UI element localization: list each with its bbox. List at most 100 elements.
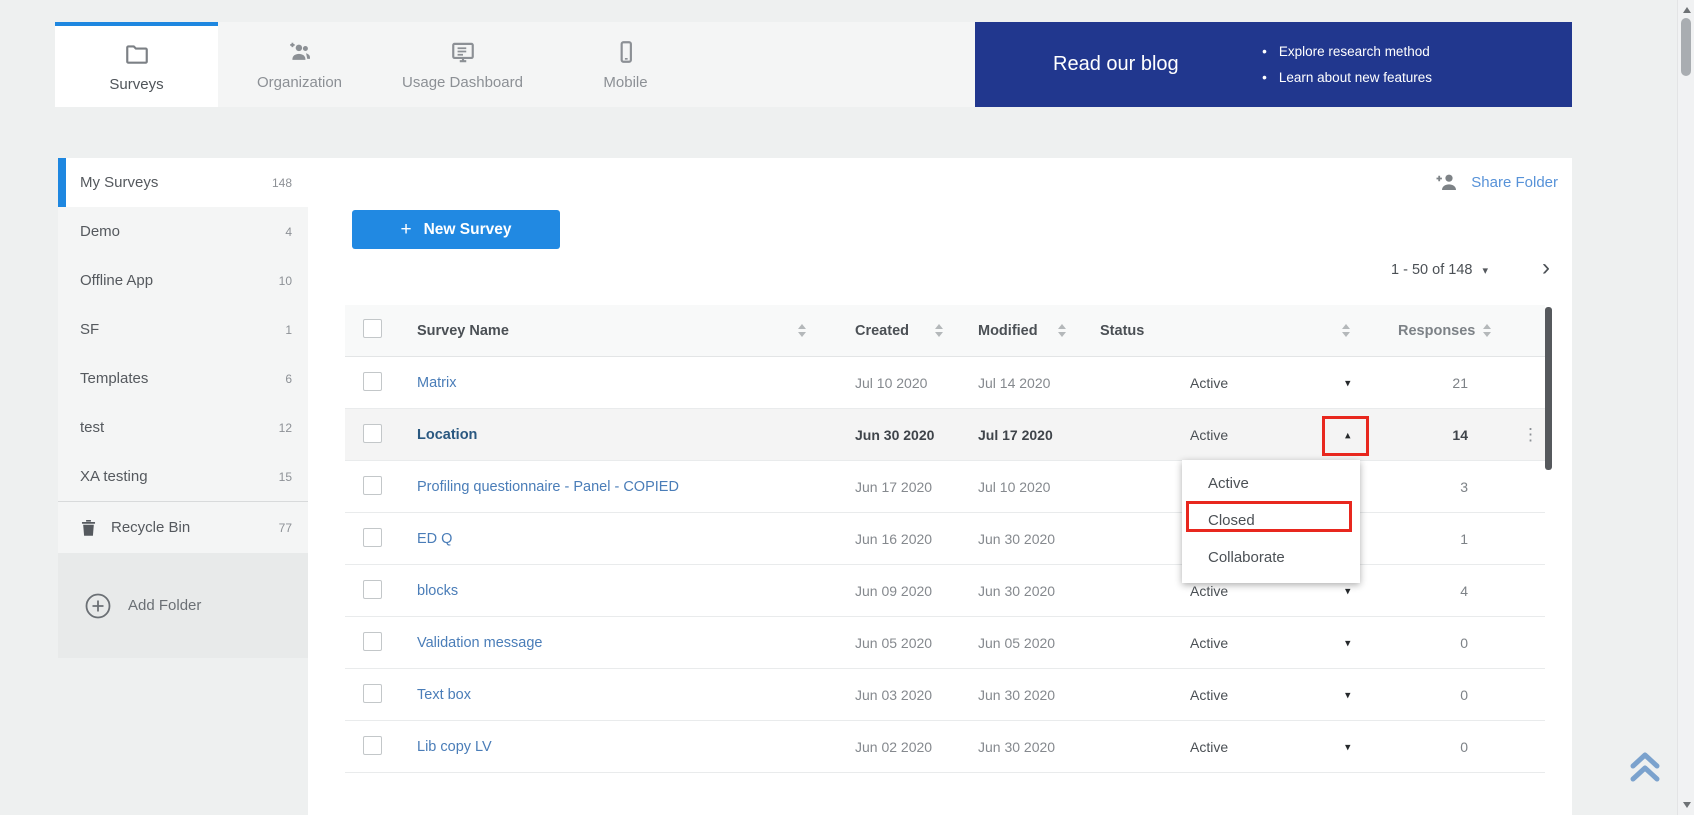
browser-scrollbar[interactable] [1677,0,1694,815]
trash-icon [80,519,97,537]
status-value[interactable]: Active [1190,583,1228,599]
column-header-responses[interactable]: Responses [1362,323,1482,339]
survey-name-link[interactable]: Lib copy LV [417,739,492,755]
created-date: Jun 17 2020 [830,479,955,495]
table-row[interactable]: Matrix Jul 10 2020 Jul 14 2020 Active▾ 2… [345,357,1545,409]
status-caret-icon[interactable]: ▾ [1345,740,1351,753]
table-row[interactable]: Profiling questionnaire - Panel - COPIED… [345,461,1545,513]
scrollbar-thumb[interactable] [1681,18,1691,76]
row-checkbox[interactable] [363,424,382,443]
survey-name-link[interactable]: Text box [417,687,471,703]
table-row[interactable]: ED Q Jun 16 2020 Jun 30 2020 1 [345,513,1545,565]
tab-mobile[interactable]: Mobile [544,22,707,107]
dropdown-option-active[interactable]: Active [1182,465,1360,502]
share-folder-button[interactable]: Share Folder [1435,171,1558,193]
sort-icon[interactable] [1483,324,1491,337]
sidebar-item-my-surveys[interactable]: My Surveys 148 [58,158,308,207]
tab-label: Surveys [109,76,163,93]
kebab-menu-icon[interactable]: ⋮ [1522,425,1539,444]
status-caret-icon[interactable]: ▾ [1345,584,1351,597]
sidebar-item-offline-app[interactable]: Offline App 10 [58,256,308,305]
tab-label: Usage Dashboard [402,74,523,91]
modified-date: Jun 30 2020 [955,687,1078,703]
table-row[interactable]: blocks Jun 09 2020 Jun 30 2020 Active▾ 4 [345,565,1545,617]
table-scrollbar-thumb[interactable] [1545,307,1552,470]
status-caret-icon[interactable]: ▾ [1345,376,1351,389]
tab-label: Organization [257,74,342,91]
folder-count: 15 [279,470,292,484]
created-date: Jun 02 2020 [830,739,955,755]
column-label: Created [855,323,909,339]
status-caret-icon[interactable]: ▾ [1345,636,1351,649]
status-value[interactable]: Active [1190,739,1228,755]
banner-bullet: Learn about new features [1262,65,1432,91]
tab-organization[interactable]: Organization [218,22,381,107]
tab-usage-dashboard[interactable]: Usage Dashboard [381,22,544,107]
plus-circle-icon [84,592,112,620]
created-date: Jun 09 2020 [830,583,955,599]
pagination-control[interactable]: 1 - 50 of 148 ▾ [1391,262,1488,278]
table-row[interactable]: Validation message Jun 05 2020 Jun 05 20… [345,617,1545,669]
scroll-to-top-button[interactable] [1622,744,1668,788]
status-value[interactable]: Active [1190,635,1228,651]
sidebar-item-demo[interactable]: Demo 4 [58,207,308,256]
row-checkbox[interactable] [363,580,382,599]
folder-count: 148 [272,176,292,190]
survey-name-link[interactable]: ED Q [417,531,452,547]
row-checkbox[interactable] [363,684,382,703]
table-row[interactable]: Lib copy LV Jun 02 2020 Jun 30 2020 Acti… [345,721,1545,773]
created-date: Jun 30 2020 [830,427,955,443]
tab-surveys[interactable]: Surveys [55,22,218,107]
new-survey-button[interactable]: + New Survey [352,210,560,249]
sidebar-item-test[interactable]: test 12 [58,403,308,452]
column-header-modified[interactable]: Modified [955,323,1078,339]
survey-name-link[interactable]: blocks [417,583,458,599]
sort-icon[interactable] [1342,324,1350,337]
status-value[interactable]: Active [1190,687,1228,703]
chevrons-up-icon [1625,747,1665,785]
survey-name-link[interactable]: Matrix [417,375,456,391]
sort-icon[interactable] [798,324,806,337]
survey-name-link[interactable]: Location [417,427,477,443]
row-checkbox[interactable] [363,736,382,755]
folder-count: 1 [285,323,292,337]
survey-name-link[interactable]: Profiling questionnaire - Panel - COPIED [417,479,679,495]
table-header-row: Survey Name Created Modified Status Resp… [345,305,1545,357]
sidebar-item-recycle-bin[interactable]: Recycle Bin 77 [58,501,308,553]
status-value[interactable]: Active [1190,427,1228,443]
status-value[interactable]: Active [1190,375,1228,391]
add-folder-button[interactable]: Add Folder [58,592,201,620]
sidebar-item-xa-testing[interactable]: XA testing 15 [58,452,308,501]
sidebar-item-templates[interactable]: Templates 6 [58,354,308,403]
sort-icon[interactable] [1058,324,1066,337]
responses-count: 14 [1362,427,1482,443]
annotation-box-closed-option [1186,501,1352,532]
column-header-status[interactable]: Status [1078,323,1362,339]
row-checkbox[interactable] [363,476,382,495]
caret-down-icon: ▾ [1482,264,1488,277]
row-checkbox[interactable] [363,372,382,391]
table-row[interactable]: Text box Jun 03 2020 Jun 30 2020 Active ▾… [345,669,1545,721]
blog-banner[interactable]: Read our blog Explore research method Le… [975,22,1572,107]
scrollbar-down-arrow[interactable] [1678,798,1694,812]
row-checkbox[interactable] [363,632,382,651]
mobile-icon [613,39,639,65]
next-page-button[interactable]: › [1542,256,1550,280]
folder-icon [124,41,150,67]
status-caret-icon[interactable]: ▾ [1345,688,1351,701]
row-checkbox[interactable] [363,528,382,547]
survey-name-link[interactable]: Validation message [417,635,542,651]
sort-icon[interactable] [935,324,943,337]
folder-count: 10 [279,274,292,288]
responses-count: 0 [1362,739,1482,755]
select-all-checkbox[interactable] [363,319,382,338]
column-header-created[interactable]: Created [830,323,955,339]
dropdown-option-collaborate[interactable]: Collaborate [1182,539,1360,576]
created-date: Jun 03 2020 [830,687,955,703]
folder-count: 12 [279,421,292,435]
column-header-survey-name[interactable]: Survey Name [405,323,830,339]
modified-date: Jul 17 2020 [955,427,1078,443]
scrollbar-up-arrow[interactable] [1678,3,1694,17]
surveys-table: Survey Name Created Modified Status Resp… [345,305,1545,814]
sidebar-item-sf[interactable]: SF 1 [58,305,308,354]
